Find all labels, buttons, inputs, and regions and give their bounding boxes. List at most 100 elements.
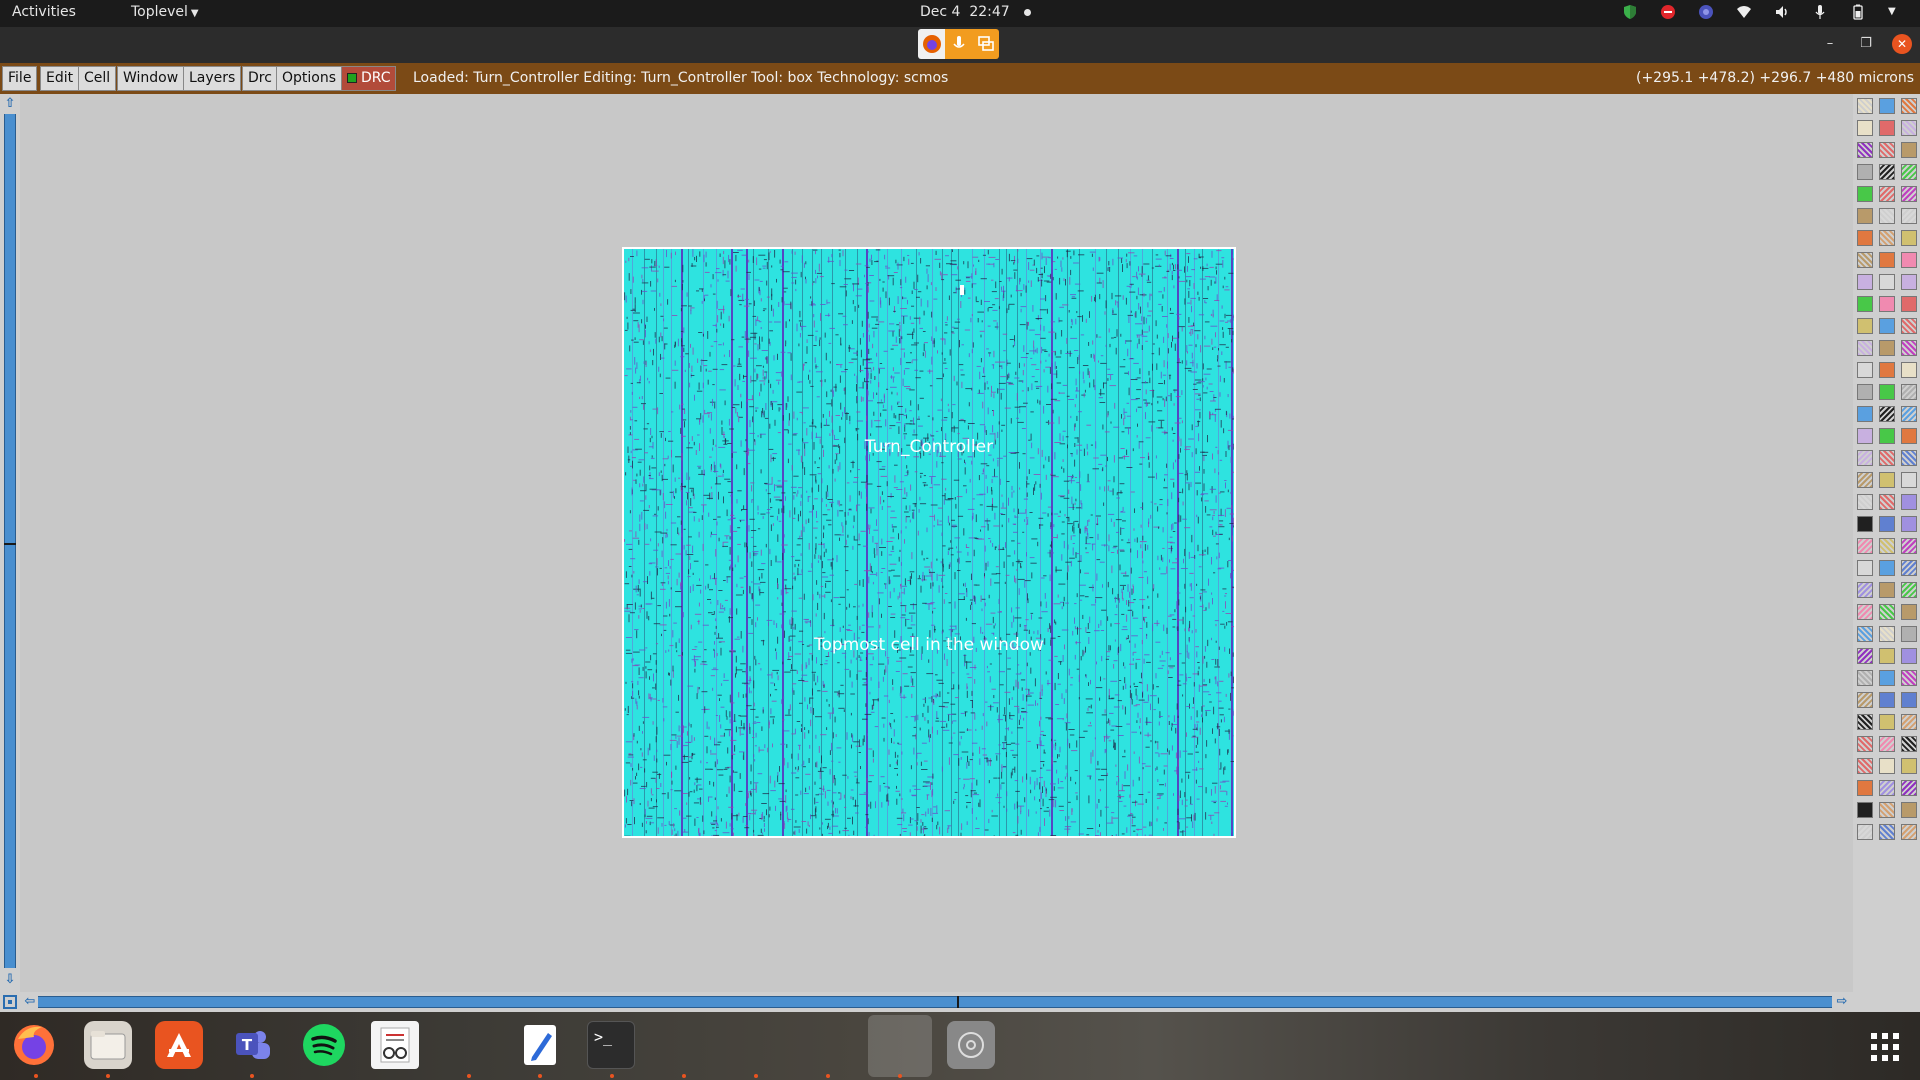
microphone-sharing-icon[interactable]: [945, 29, 972, 59]
layer-swatch[interactable]: [1901, 164, 1917, 180]
horizontal-scrollbar[interactable]: ⇦ ⇨: [0, 992, 1853, 1012]
layer-swatch[interactable]: [1857, 208, 1873, 224]
layer-swatch[interactable]: [1901, 406, 1917, 422]
layer-swatch[interactable]: [1857, 692, 1873, 708]
layer-swatch[interactable]: [1857, 824, 1873, 840]
layer-swatch[interactable]: [1879, 318, 1895, 334]
layer-swatch[interactable]: [1857, 252, 1873, 268]
show-applications-icon[interactable]: [1870, 1032, 1900, 1062]
layer-swatch[interactable]: [1857, 802, 1873, 818]
drc-status-button[interactable]: DRC: [341, 66, 396, 91]
layer-swatch[interactable]: [1901, 692, 1917, 708]
layer-swatch[interactable]: [1901, 296, 1917, 312]
do-not-disturb-icon[interactable]: [1660, 4, 1676, 20]
layer-swatch[interactable]: [1857, 604, 1873, 620]
menu-edit[interactable]: Edit: [40, 66, 80, 91]
layer-swatch[interactable]: [1857, 582, 1873, 598]
scroll-right-icon[interactable]: ⇨: [1834, 994, 1850, 1010]
layer-swatch[interactable]: [1857, 340, 1873, 356]
layout-cell[interactable]: Turn_Controller Topmost cell in the wind…: [622, 247, 1236, 838]
terminal-icon[interactable]: >_: [587, 1021, 635, 1069]
layer-swatch[interactable]: [1879, 538, 1895, 554]
layer-swatch[interactable]: [1879, 186, 1895, 202]
layer-swatch[interactable]: [1857, 230, 1873, 246]
layer-swatch[interactable]: [1901, 362, 1917, 378]
layer-swatch[interactable]: [1879, 516, 1895, 532]
layer-swatch[interactable]: [1901, 208, 1917, 224]
layer-swatch[interactable]: [1857, 120, 1873, 136]
layer-swatch[interactable]: [1901, 472, 1917, 488]
layer-swatch[interactable]: [1901, 230, 1917, 246]
teams-tray-icon[interactable]: [1698, 4, 1714, 20]
layer-swatch[interactable]: [1857, 384, 1873, 400]
layer-swatch[interactable]: [1879, 670, 1895, 686]
layer-swatch[interactable]: [1901, 494, 1917, 510]
layer-swatch[interactable]: [1901, 582, 1917, 598]
layer-swatch[interactable]: [1857, 516, 1873, 532]
spotify-icon[interactable]: [300, 1021, 348, 1069]
document-viewer-icon[interactable]: [371, 1021, 419, 1069]
minimize-icon[interactable]: –: [1820, 34, 1840, 54]
layer-swatch[interactable]: [1879, 164, 1895, 180]
layer-swatch[interactable]: [1857, 758, 1873, 774]
layer-swatch[interactable]: [1879, 758, 1895, 774]
layer-swatch[interactable]: [1879, 274, 1895, 290]
layer-swatch[interactable]: [1879, 626, 1895, 642]
layer-swatch[interactable]: [1901, 186, 1917, 202]
disc-icon[interactable]: [947, 1021, 995, 1069]
vertical-scrollbar[interactable]: ⇧ ⇩: [0, 94, 20, 992]
text-editor-icon[interactable]: [516, 1021, 564, 1069]
layer-swatch[interactable]: [1879, 208, 1895, 224]
layer-swatch[interactable]: [1857, 714, 1873, 730]
teams-icon[interactable]: T: [228, 1021, 276, 1069]
layer-swatch[interactable]: [1879, 604, 1895, 620]
menu-file[interactable]: File: [2, 66, 38, 91]
layer-swatch[interactable]: [1901, 340, 1917, 356]
layer-swatch[interactable]: [1901, 516, 1917, 532]
horizontal-scroll-track[interactable]: [38, 996, 1832, 1008]
layer-swatch[interactable]: [1879, 472, 1895, 488]
shield-icon[interactable]: [1622, 4, 1638, 20]
layer-swatch[interactable]: [1901, 538, 1917, 554]
layer-swatch[interactable]: [1901, 428, 1917, 444]
layer-swatch[interactable]: [1857, 186, 1873, 202]
layer-swatch[interactable]: [1857, 560, 1873, 576]
layer-swatch[interactable]: [1879, 802, 1895, 818]
system-menu-chevron-icon[interactable]: ▼: [1888, 4, 1904, 20]
layer-swatch[interactable]: [1901, 824, 1917, 840]
menu-options[interactable]: Options: [276, 66, 343, 91]
layer-swatch[interactable]: [1857, 780, 1873, 796]
layer-swatch[interactable]: [1901, 450, 1917, 466]
vertical-scroll-track[interactable]: [4, 114, 16, 968]
scroll-down-icon[interactable]: ⇩: [2, 972, 18, 988]
layer-swatch[interactable]: [1879, 362, 1895, 378]
menu-layers[interactable]: Layers: [183, 66, 242, 91]
layer-swatch[interactable]: [1879, 648, 1895, 664]
layer-swatch[interactable]: [1857, 736, 1873, 752]
app-menu-button[interactable]: Toplevel ▼: [131, 4, 199, 20]
firefox-icon[interactable]: [10, 1021, 58, 1069]
layer-swatch[interactable]: [1879, 120, 1895, 136]
files-icon[interactable]: [84, 1021, 132, 1069]
layer-swatch[interactable]: [1857, 648, 1873, 664]
layer-swatch[interactable]: [1901, 120, 1917, 136]
layer-swatch[interactable]: [1901, 648, 1917, 664]
layer-swatch[interactable]: [1857, 274, 1873, 290]
magic-window-icon[interactable]: [868, 1015, 932, 1077]
layer-swatch[interactable]: [1857, 450, 1873, 466]
layer-swatch[interactable]: [1901, 780, 1917, 796]
window-title-bar[interactable]: – ❐ ✕: [0, 27, 1920, 63]
zoom-box-icon[interactable]: [3, 995, 17, 1009]
layer-swatch[interactable]: [1879, 582, 1895, 598]
layer-swatch[interactable]: [1879, 230, 1895, 246]
layer-swatch[interactable]: [1879, 296, 1895, 312]
scroll-left-icon[interactable]: ⇦: [22, 994, 38, 1010]
layer-swatch[interactable]: [1879, 142, 1895, 158]
wifi-icon[interactable]: [1736, 4, 1752, 20]
scroll-up-icon[interactable]: ⇧: [2, 96, 18, 112]
layer-swatch[interactable]: [1857, 406, 1873, 422]
layer-swatch[interactable]: [1857, 626, 1873, 642]
menu-drc[interactable]: Drc: [242, 66, 278, 91]
layer-swatch[interactable]: [1901, 758, 1917, 774]
layer-swatch[interactable]: [1879, 736, 1895, 752]
